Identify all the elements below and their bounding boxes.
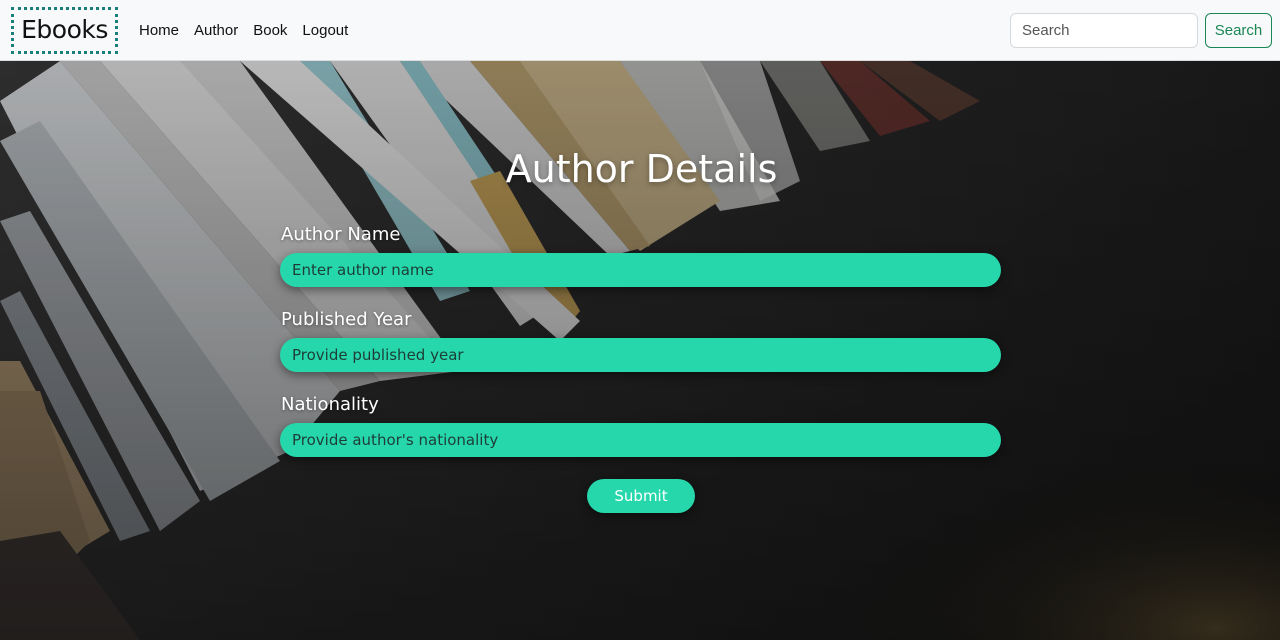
nationality-label: Nationality [281,394,379,415]
nav-link-home[interactable]: Home [139,21,179,41]
published-year-label: Published Year [281,309,412,330]
search-input[interactable] [1010,13,1198,48]
brand-logo[interactable]: Ebooks [11,7,118,54]
nav-link-logout[interactable]: Logout [302,21,348,41]
nav-link-book[interactable]: Book [253,21,287,41]
author-name-input[interactable] [280,253,1001,287]
nationality-input[interactable] [280,423,1001,457]
nav-link-author[interactable]: Author [194,21,238,41]
search-button[interactable]: Search [1205,13,1272,48]
submit-button[interactable]: Submit [587,479,695,513]
author-name-label: Author Name [281,224,401,245]
form-title: Author Details [505,147,778,191]
top-navbar: Ebooks Home Author Book Logout Search [0,0,1280,61]
published-year-input[interactable] [280,338,1001,372]
nav-links: Home Author Book Logout [139,21,363,41]
